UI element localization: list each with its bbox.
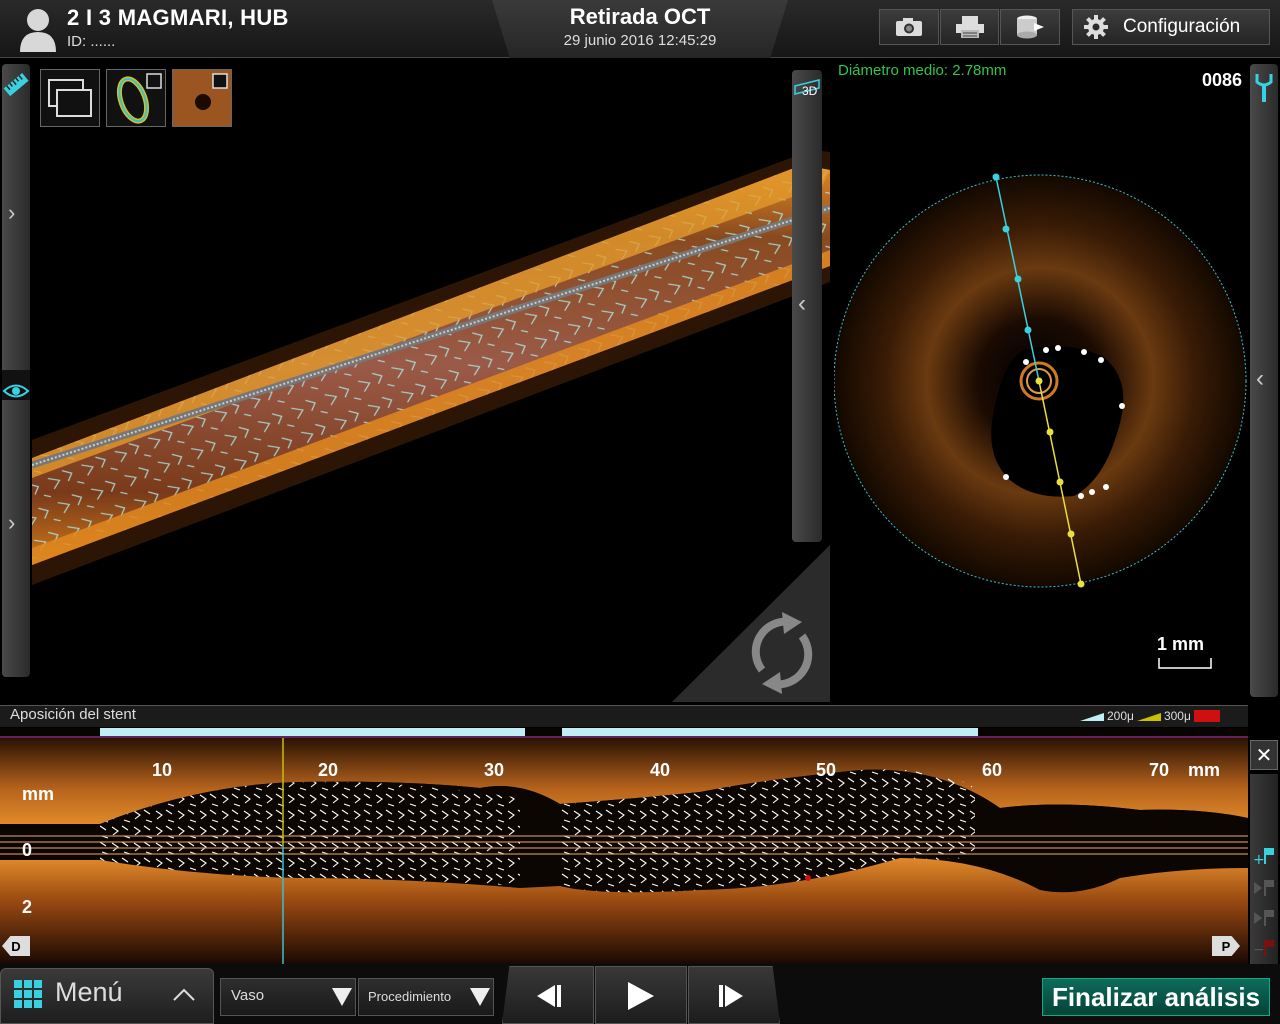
next-bookmark-icon[interactable]: [1252, 906, 1276, 930]
stent-apposition-title: Aposición del stent: [10, 706, 136, 723]
x-tick-30: 30: [484, 760, 505, 780]
patient-name: 2 I 3 MAGMARI, HUB: [67, 5, 289, 30]
lumen-thumbnail[interactable]: [172, 69, 232, 127]
step-forward-icon: [719, 985, 743, 1007]
prev-bookmark-icon[interactable]: [1252, 876, 1276, 900]
snapshot-button[interactable]: [879, 9, 939, 45]
frame-number: 0086: [1201, 70, 1242, 90]
x-unit-label: mm: [1188, 760, 1221, 780]
header-toolbar: [879, 9, 1061, 45]
add-bookmark-icon[interactable]: +: [1252, 844, 1276, 868]
play-icon: [628, 982, 654, 1010]
scale-bar-label: 1 mm: [1157, 634, 1205, 654]
x-tick-70: 70: [1149, 760, 1170, 780]
eye-icon[interactable]: [2, 380, 30, 402]
gear-icon: [1084, 15, 1108, 39]
3d-toggle-button[interactable]: 3D: [793, 78, 821, 100]
ruler-icon[interactable]: [2, 70, 30, 102]
collapse-right-chevron-icon[interactable]: ‹: [1256, 365, 1264, 393]
close-longitudinal-button[interactable]: ✕: [1250, 740, 1278, 770]
acquisition-datetime: 29 junio 2016 12:45:29: [563, 32, 717, 49]
x-tick-10: 10: [152, 760, 173, 780]
svg-text:+: +: [1253, 852, 1265, 868]
expand-left-lower-chevron-icon[interactable]: ›: [8, 510, 15, 536]
printer-icon: [955, 16, 984, 38]
view-layout-thumbnail[interactable]: [40, 69, 100, 127]
middle-side-rail: [792, 70, 822, 542]
3d-vessel-render: [32, 150, 830, 585]
x-tick-20: 20: [318, 760, 339, 780]
previous-frame-button[interactable]: [502, 966, 594, 1024]
longitudinal-render: [0, 728, 1248, 964]
legend-swatch-malapposed: [1193, 710, 1220, 722]
vessel-select-label: Vaso: [231, 987, 265, 1004]
procedure-dropdown-icon: [470, 988, 490, 1006]
stent-ring-thumbnail[interactable]: [106, 69, 166, 127]
patient-avatar-icon: [20, 9, 56, 52]
rotate-view-icon[interactable]: [740, 608, 824, 698]
legend-label-200: 200μ: [1107, 709, 1134, 723]
settings-button[interactable]: Configuración: [1072, 9, 1270, 45]
x-tick-50: 50: [816, 760, 837, 780]
grid-menu-icon: [14, 980, 42, 1008]
vessel-dropdown-icon: [332, 988, 352, 1006]
export-icon: [1017, 15, 1045, 39]
legend-swatch-300: [1136, 713, 1161, 721]
longitudinal-view[interactable]: [0, 728, 1248, 964]
collapse-3d-chevron-icon[interactable]: ‹: [798, 290, 806, 318]
settings-label: Configuración: [1123, 16, 1241, 37]
layers-icon: [48, 79, 92, 117]
mean-diameter-label: Diámetro medio: 2.78mm: [838, 62, 1007, 79]
x-tick-60: 60: [982, 760, 1003, 780]
print-button[interactable]: [939, 9, 1000, 45]
longitudinal-header: [0, 705, 1248, 727]
play-button[interactable]: [595, 966, 687, 1024]
camera-icon: [895, 18, 922, 36]
lumen-icon: [173, 70, 231, 126]
y-tick-0: 0: [22, 840, 33, 860]
expand-left-chevron-icon[interactable]: ›: [8, 200, 15, 226]
step-back-icon: [537, 985, 561, 1007]
svg-text:−: −: [1253, 942, 1265, 958]
patient-id: ID: ......: [67, 33, 116, 50]
y-unit-label: mm: [22, 784, 55, 804]
legend-swatch-200: [1080, 713, 1104, 721]
oct-cross-section-view[interactable]: [833, 60, 1248, 702]
cross-section-render: [833, 173, 1247, 588]
remove-bookmark-icon[interactable]: −: [1252, 936, 1276, 960]
measurement-tool-icon[interactable]: [1253, 72, 1275, 104]
right-side-rail: [1250, 64, 1278, 697]
page-title: Retirada OCT: [569, 4, 711, 29]
chevron-up-icon: [173, 988, 195, 1001]
apposition-legend: 200μ 300μ: [1080, 708, 1220, 724]
3d-vessel-view[interactable]: [32, 60, 830, 702]
next-frame-button[interactable]: [688, 966, 780, 1024]
3d-badge: 3D: [802, 84, 818, 98]
finish-analysis-button[interactable]: Finalizar análisis: [1042, 978, 1270, 1016]
legend-label-300: 300μ: [1163, 709, 1191, 723]
x-tick-40: 40: [650, 760, 671, 780]
procedure-select-label: Procedimiento: [368, 989, 452, 1004]
y-tick-2: 2: [22, 897, 33, 917]
export-button[interactable]: [1000, 9, 1061, 45]
stent-ring-icon: [116, 73, 162, 124]
scale-bar: [1158, 658, 1212, 669]
menu-label: Menú: [55, 977, 123, 1007]
